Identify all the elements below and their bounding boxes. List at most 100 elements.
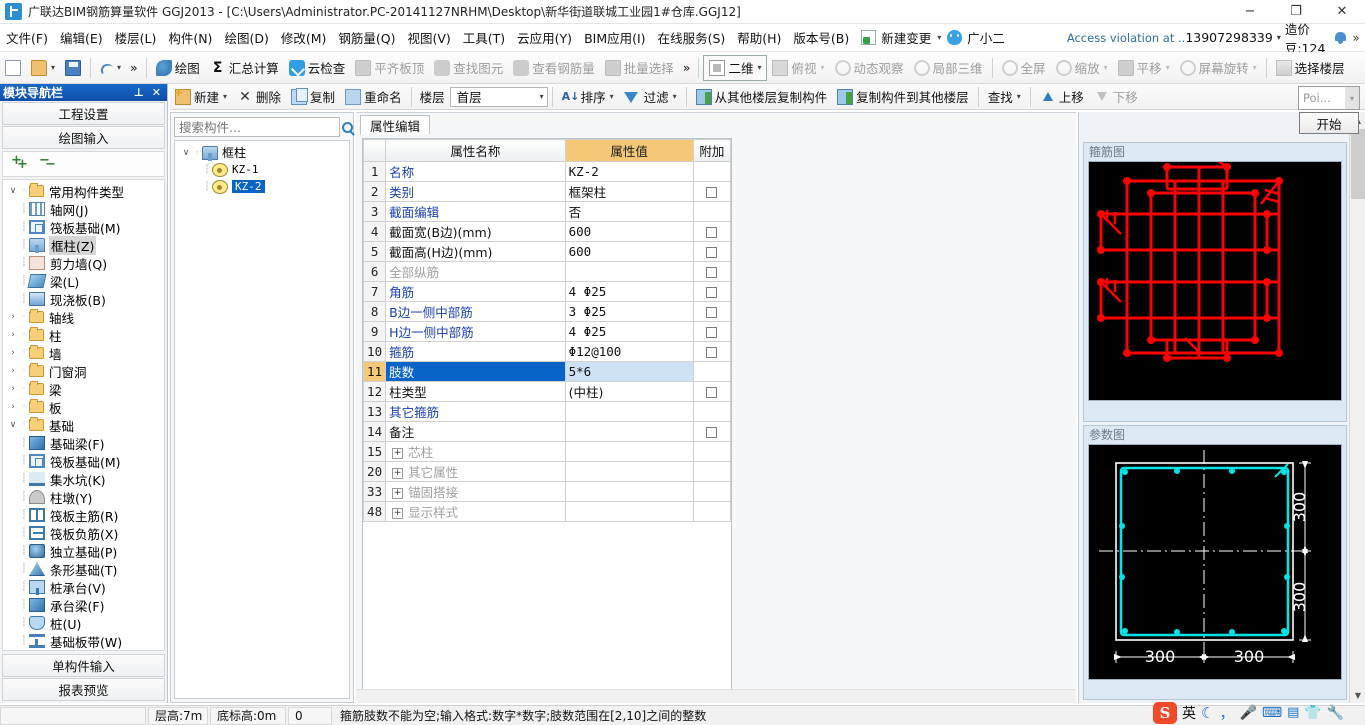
menu-tools[interactable]: 工具(T) (457, 25, 511, 50)
append-checkbox[interactable] (706, 427, 718, 438)
draw-input-button[interactable]: 绘图输入 (2, 126, 165, 149)
moon-icon[interactable]: ☾ (1201, 704, 1214, 722)
tree-item-axis-grid[interactable]: ┆ 轴网(J) (3, 200, 164, 218)
menu-draw[interactable]: 绘图(D) (218, 25, 274, 50)
table-row[interactable]: 15 + 芯柱 (363, 441, 731, 462)
append-checkbox[interactable] (706, 327, 718, 338)
expand-all-icon[interactable] (11, 155, 31, 171)
tree-item-raft-main-rebar[interactable]: ┆ 筏板主筋(R) (3, 506, 164, 524)
row-value[interactable] (564, 441, 694, 462)
menu-component[interactable]: 构件(N) (162, 25, 218, 50)
component-item-kz1[interactable]: ┆ KZ-1 (175, 161, 349, 178)
append-checkbox[interactable] (706, 247, 718, 258)
row-name-expandable[interactable]: + 显示样式 (385, 501, 566, 522)
save-button[interactable] (60, 55, 86, 81)
row-value[interactable]: 4 Φ25 (564, 321, 694, 342)
tree-folder-beam[interactable]: › · 梁 (3, 380, 164, 398)
component-tree-root[interactable]: ∨ · 框柱 (175, 144, 349, 161)
row-value[interactable]: 框架柱 (564, 181, 694, 202)
find-button[interactable]: 查找 ▾ (983, 84, 1026, 110)
toolbar-overflow-mid[interactable]: » (679, 55, 695, 81)
ime-mode-label[interactable]: 英 (1182, 703, 1196, 723)
tree-folder-door-window[interactable]: › · 门窗洞 (3, 362, 164, 380)
parameter-diagram-canvas[interactable]: 300 300 300 300 (1088, 444, 1342, 680)
report-preview-button[interactable]: 报表预览 (2, 678, 165, 701)
contact-icon[interactable]: ▤ (1287, 705, 1299, 720)
two-d-chevron-down-icon[interactable]: ▾ (757, 63, 761, 72)
table-row[interactable]: 33 + 锚固搭接 (363, 481, 731, 502)
mic-icon[interactable]: 🎤 (1239, 705, 1256, 721)
toolbar-overflow-left[interactable]: » (126, 55, 142, 81)
chevron-right-icon[interactable]: › (7, 330, 19, 340)
expand-plus-icon[interactable]: + (392, 448, 404, 459)
table-row[interactable]: 10 箍筋 Φ12@100 (363, 341, 731, 362)
chevron-down-icon[interactable]: ∨ (180, 148, 192, 158)
table-row[interactable]: 20 + 其它属性 (363, 461, 731, 482)
menu-guangxiaoer-group[interactable]: 广小二 (941, 26, 1007, 49)
row-value[interactable] (564, 501, 694, 522)
draw-button[interactable]: 绘图 (151, 55, 205, 81)
account-chevron-down-icon[interactable]: ▾ (1277, 33, 1281, 42)
chevron-right-icon[interactable]: › (7, 402, 19, 412)
tree-folder-slab[interactable]: › · 板 (3, 398, 164, 416)
table-row[interactable]: 2 类别 框架柱 (363, 181, 731, 202)
table-row[interactable]: 1 名称 KZ-2 (363, 161, 731, 182)
menu-bim-app[interactable]: BIM应用(I) (578, 25, 652, 50)
row-value[interactable]: 600 (564, 241, 694, 262)
table-row[interactable]: 13 其它箍筋 (363, 401, 731, 422)
sort-button[interactable]: A↓ 排序 ▾ (557, 84, 619, 110)
menu-help[interactable]: 帮助(H) (731, 25, 787, 50)
tree-item-pile-cap[interactable]: ┆ 桩承台(V) (3, 578, 164, 596)
rename-component-button[interactable]: 重命名 (340, 84, 407, 110)
row-value[interactable] (564, 421, 694, 442)
stirrup-diagram-canvas[interactable] (1088, 154, 1342, 401)
undo-chevron-down-icon[interactable]: ▾ (117, 63, 121, 72)
main-horizontal-scrollbar[interactable] (356, 689, 1076, 703)
append-checkbox[interactable] (706, 347, 718, 358)
nav-close-icon[interactable]: ✕ (152, 86, 161, 99)
punctuation-icon[interactable]: ， (1219, 702, 1234, 723)
append-checkbox[interactable] (706, 267, 718, 278)
append-checkbox[interactable] (706, 287, 718, 298)
module-tree[interactable]: ∨ · 常用构件类型 ┆ 轴网(J) ┆ 筏板基础(M) ┆ 框柱(Z) ┆ 剪… (2, 179, 165, 651)
tree-item-pile[interactable]: ┆ 桩(U) (3, 614, 164, 632)
scroll-thumb[interactable] (1351, 129, 1365, 199)
tab-property-edit[interactable]: 属性编辑 (360, 115, 431, 135)
table-row[interactable]: 6 全部纵筋 (363, 261, 731, 282)
menu-rebar-quantity[interactable]: 钢筋量(Q) (332, 25, 401, 50)
notification-bell-icon[interactable] (1334, 31, 1346, 45)
menu-modify[interactable]: 修改(M) (275, 25, 333, 50)
tree-item-raft-foundation[interactable]: ┆ 筏板基础(M) (3, 218, 164, 236)
open-file-button[interactable]: ▾ (26, 55, 60, 81)
select-floor-button[interactable]: 选择楼层 (1271, 55, 1350, 81)
table-row[interactable]: 14 备注 (363, 421, 731, 442)
expand-plus-icon[interactable]: + (392, 488, 404, 499)
chevron-right-icon[interactable]: › (7, 384, 19, 394)
row-value[interactable]: (中柱) (564, 381, 694, 402)
table-row[interactable]: 9 H边一侧中部筋 4 Φ25 (363, 321, 731, 342)
table-row[interactable]: 4 截面宽(B边)(mm) 600 (363, 221, 731, 242)
two-d-button[interactable]: 二维 ▾ (703, 54, 768, 81)
pin-icon[interactable]: ⊥ (134, 86, 144, 99)
row-name-expandable[interactable]: + 其它属性 (385, 461, 566, 482)
row-value[interactable]: 600 (564, 221, 694, 242)
row-value[interactable] (564, 481, 694, 502)
table-row[interactable]: 8 B边一侧中部筋 3 Φ25 (363, 301, 731, 322)
append-checkbox[interactable] (706, 307, 718, 318)
search-input[interactable] (174, 117, 340, 137)
row-name-expandable[interactable]: + 锚固搭接 (385, 481, 566, 502)
tree-folder-common-types[interactable]: ∨ · 常用构件类型 (3, 182, 164, 200)
row-value-editing[interactable]: 5*6 (564, 361, 694, 382)
new-change-label[interactable]: 新建变更 (879, 26, 933, 49)
copy-from-other-floor-button[interactable]: 从其他楼层复制构件 (691, 84, 833, 110)
sort-chevron-down-icon[interactable]: ▾ (610, 92, 614, 101)
append-checkbox[interactable] (706, 227, 718, 238)
append-checkbox[interactable] (706, 387, 718, 398)
find-chevron-down-icon[interactable]: ▾ (1017, 92, 1021, 101)
row-value[interactable]: KZ-2 (564, 161, 694, 182)
cloud-check-button[interactable]: 云检查 (284, 55, 351, 81)
row-value[interactable]: 3 Φ25 (564, 301, 694, 322)
row-value[interactable]: Φ12@100 (564, 341, 694, 362)
search-button[interactable] (342, 117, 353, 137)
tree-item-cap-beam[interactable]: ┆ 承台梁(F) (3, 596, 164, 614)
